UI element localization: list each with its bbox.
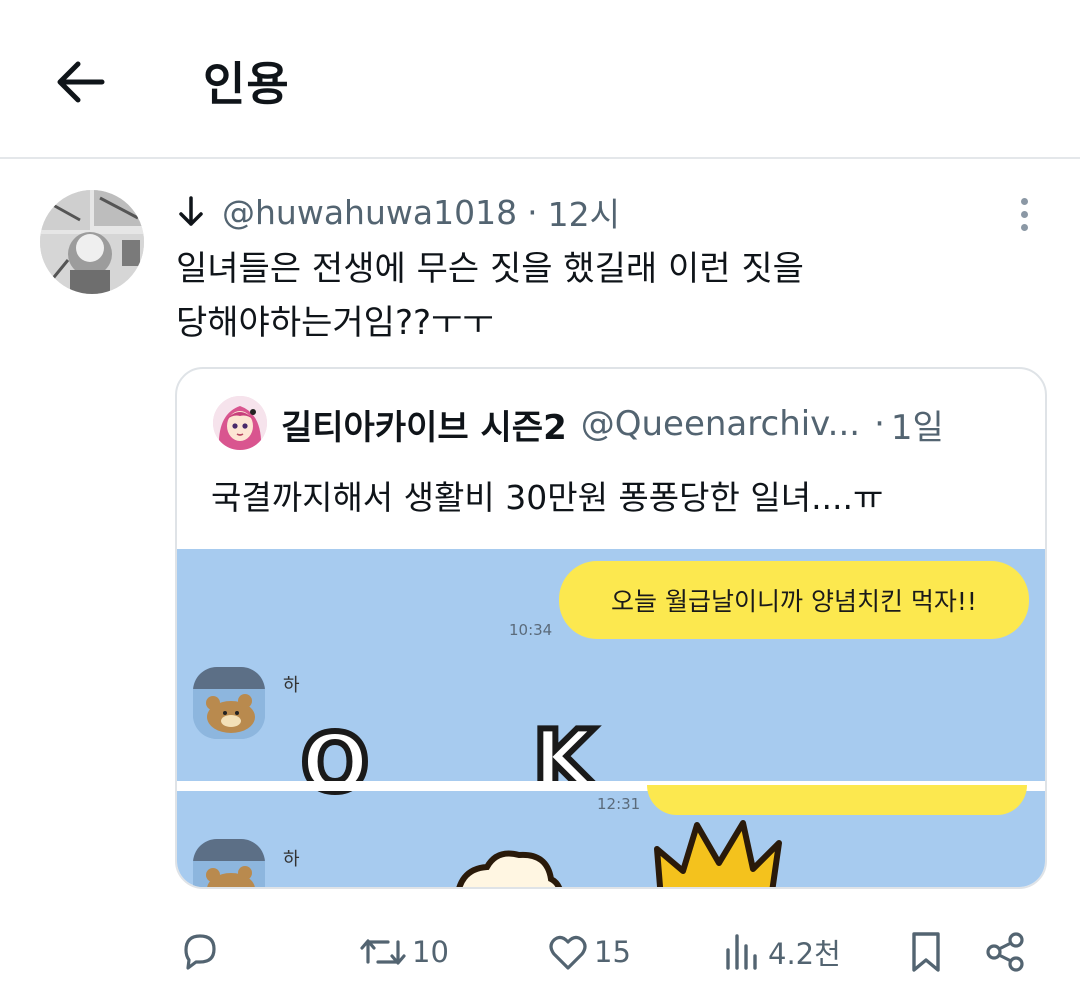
- more-dot-icon: [1020, 210, 1028, 218]
- tweet-text-line: 당해야하는거임??ㅜㅜ: [176, 303, 494, 343]
- ok-letter-k: K: [530, 710, 598, 809]
- bear-avatar-image: [193, 667, 265, 739]
- chat-bubble-partial: [647, 785, 1027, 815]
- cloud-sticker-image: [456, 850, 563, 887]
- quoted-separator: ·: [874, 404, 885, 444]
- reply-button[interactable]: [178, 920, 222, 984]
- chat-avatar: [193, 839, 265, 887]
- views-bar-chart-icon: [726, 934, 757, 970]
- meta-separator: ·: [527, 192, 538, 232]
- bookmark-button[interactable]: [906, 920, 946, 984]
- more-dot-icon: [1020, 197, 1028, 205]
- ok-letter-o: O: [298, 714, 372, 813]
- quoted-meta: 길티아카이브 시즌2 @Queenarchiv... · 1일: [281, 399, 944, 449]
- header-divider: [0, 157, 1080, 159]
- tweet-handle[interactable]: @huwahuwa1018: [222, 193, 517, 232]
- quoted-time[interactable]: 1일: [891, 400, 944, 449]
- arrow-left-icon: [57, 61, 105, 103]
- tweet-text: 일녀들은 전생에 무슨 짓을 했길래 이런 짓을 당해야하는거임??ㅜㅜ: [176, 242, 1036, 350]
- chat-time: 10:34: [509, 621, 553, 639]
- share-button[interactable]: [984, 920, 1028, 984]
- like-count: 15: [594, 935, 631, 969]
- quoted-text: 국결까지해서 생활비 30만원 퐁퐁당한 일녀....ㅠ: [211, 478, 884, 517]
- manga-avatar-image: [40, 190, 144, 294]
- anime-avatar-image: [213, 396, 267, 450]
- crown-sticker-image: [654, 820, 782, 887]
- retweet-count: 10: [412, 935, 449, 969]
- tweet-meta: @huwahuwa1018 · 12시: [176, 190, 620, 234]
- action-bar: 10 15 4.2천: [0, 920, 1080, 984]
- share-icon: [986, 932, 1024, 972]
- page-title: 인용: [203, 57, 290, 111]
- chat-time: 12:31: [597, 795, 641, 813]
- avatar[interactable]: [40, 190, 144, 294]
- quoted-avatar[interactable]: [213, 396, 267, 450]
- quoted-name[interactable]: 길티아카이브 시즌2: [281, 400, 567, 449]
- heart-icon: [549, 935, 587, 970]
- more-options-button[interactable]: [1004, 194, 1044, 234]
- back-button[interactable]: [50, 52, 110, 112]
- views-button[interactable]: 4.2천: [720, 920, 841, 984]
- chat-bubble: 오늘 월급날이니까 양념치킨 먹자!!: [559, 561, 1029, 639]
- arrow-down-icon: [176, 192, 212, 232]
- bear-avatar-image: [193, 839, 265, 887]
- top-bar: 인용: [0, 0, 1080, 159]
- tweet-time[interactable]: 12시: [548, 188, 620, 236]
- reply-icon: [184, 934, 216, 970]
- chat-sender-name: 하: [283, 675, 300, 696]
- tweet[interactable]: @huwahuwa1018 · 12시 일녀들은 전생에 무슨 짓을 했길래 이…: [0, 160, 1080, 984]
- chat-sender-name: 하: [283, 849, 300, 870]
- views-count: 4.2천: [768, 937, 841, 971]
- retweet-icon: [360, 939, 406, 965]
- more-dot-icon: [1020, 223, 1028, 231]
- chat-avatar: [193, 667, 265, 739]
- bookmark-icon: [912, 932, 940, 972]
- like-button[interactable]: 15: [546, 920, 631, 984]
- tweet-text-line: 일녀들은 전생에 무슨 짓을 했길래 이런 짓을: [176, 249, 804, 289]
- quoted-handle[interactable]: @Queenarchiv...: [581, 404, 860, 444]
- quoted-tweet[interactable]: 길티아카이브 시즌2 @Queenarchiv... · 1일 국결까지해서 생…: [175, 367, 1047, 889]
- quoted-media-image[interactable]: 오늘 월급날이니까 양념치킨 먹자!! 10:34 하 O K 12:31 하: [177, 549, 1045, 887]
- retweet-button[interactable]: 10: [358, 920, 449, 984]
